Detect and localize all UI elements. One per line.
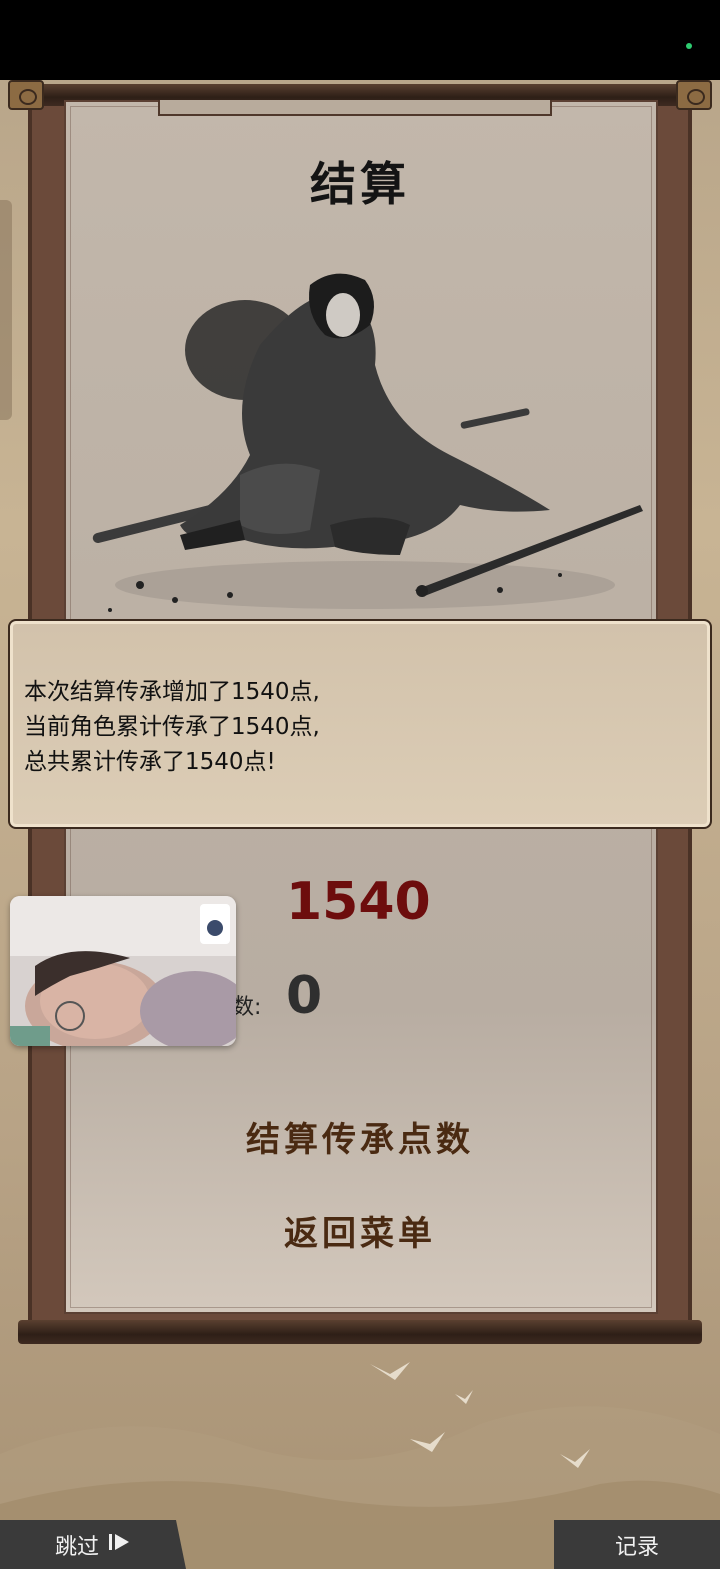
count-label-fragment: 数:	[232, 995, 262, 1020]
record-button[interactable]: 记录	[554, 1520, 720, 1569]
status-bar	[0, 0, 720, 80]
dialog-message: 本次结算传承增加了1540点, 当前角色累计传承了1540点, 总共累计传承了1…	[24, 675, 320, 780]
settlement-dialog[interactable]: 本次结算传承增加了1540点, 当前角色累计传承了1540点, 总共累计传承了1…	[8, 619, 712, 829]
skip-label: 跳过	[54, 1534, 99, 1560]
video-call-overlay[interactable]	[10, 896, 236, 1046]
skip-forward-icon	[109, 1532, 131, 1557]
inheritance-points-value: 1540	[286, 872, 431, 932]
dialog-line: 当前角色累计传承了1540点,	[24, 714, 320, 740]
skip-button[interactable]: 跳过	[0, 1520, 186, 1569]
dialog-line: 总共累计传承了1540点!	[24, 749, 276, 775]
side-drawer-handle[interactable]	[0, 200, 12, 420]
wounded-swordsman-illustration	[92, 273, 643, 612]
scroll-bottom-rod	[18, 1320, 702, 1344]
return-menu-button[interactable]: 返回菜单	[0, 1206, 720, 1255]
page-title: 结算	[310, 157, 410, 211]
title-plate	[158, 100, 552, 116]
rod-cap-right	[676, 80, 712, 110]
count-value: 0	[286, 966, 323, 1026]
settle-points-button[interactable]: 结算传承点数	[0, 1112, 720, 1161]
rod-cap-left	[8, 80, 44, 110]
camera-indicator-dot	[686, 43, 692, 49]
dialog-line: 本次结算传承增加了1540点,	[24, 679, 320, 705]
video-feed-image	[10, 896, 236, 1046]
